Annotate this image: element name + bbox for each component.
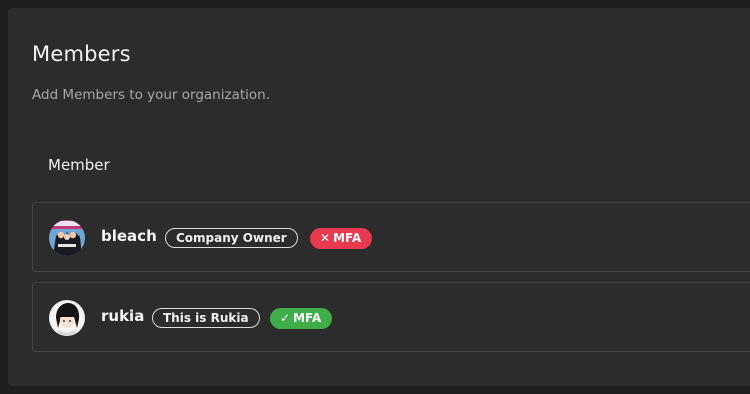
mfa-label: MFA — [293, 311, 322, 325]
member-row-rukia[interactable]: rukia This is Rukia ✓ MFA — [32, 282, 750, 352]
members-panel: Members Add Members to your organization… — [8, 8, 750, 386]
page-subtitle: Add Members to your organization. — [32, 87, 271, 103]
close-icon: ✕ — [320, 231, 331, 245]
page-title: Members — [32, 42, 131, 66]
member-name: rukia — [101, 307, 145, 325]
mfa-status-badge: ✕ MFA — [310, 228, 373, 249]
avatar — [49, 300, 85, 336]
role-badge: Company Owner — [165, 228, 298, 248]
avatar — [49, 220, 85, 256]
mfa-status-badge: ✓ MFA — [270, 308, 333, 329]
check-icon: ✓ — [280, 311, 291, 325]
member-name: bleach — [101, 227, 157, 245]
member-row-bleach[interactable]: bleach Company Owner ✕ MFA — [32, 202, 750, 272]
role-badge: This is Rukia — [152, 308, 260, 328]
mfa-label: MFA — [333, 231, 362, 245]
member-column-header: Member — [48, 156, 110, 174]
